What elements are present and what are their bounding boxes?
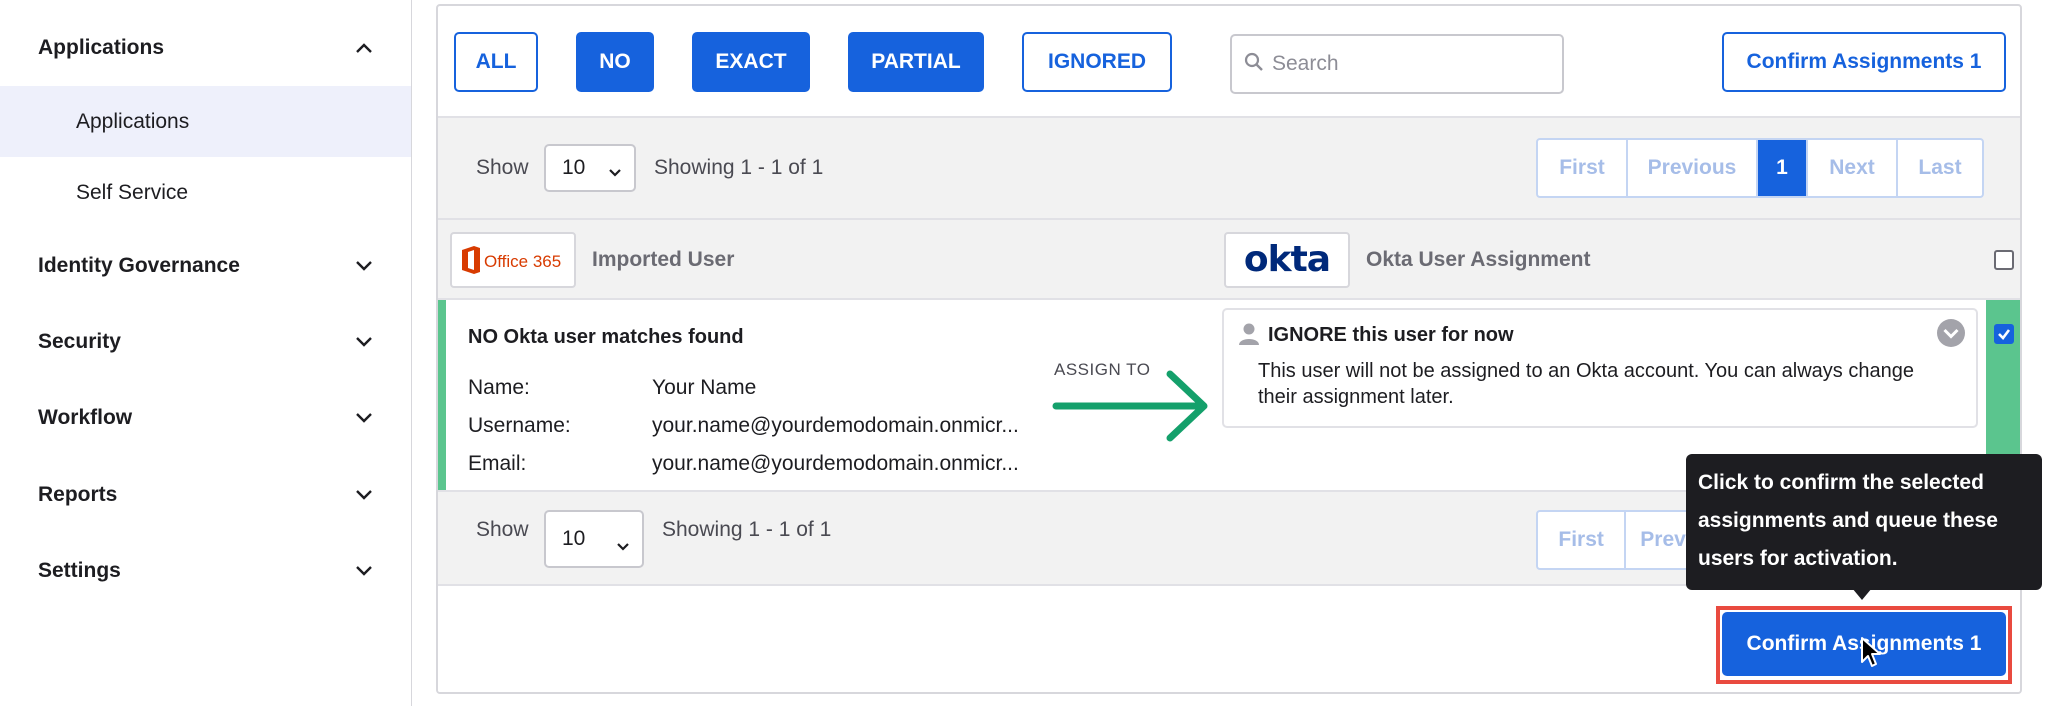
sidebar-section-reports[interactable]: Reports bbox=[0, 465, 411, 525]
sidebar-section-workflow[interactable]: Workflow bbox=[0, 388, 411, 448]
page-size-select[interactable]: 10 bbox=[544, 144, 636, 192]
username-label: Username: bbox=[468, 414, 571, 437]
assignment-table-header: Office 365 Imported User okta Okta User … bbox=[438, 220, 2020, 300]
confirm-tooltip: Click to confirm the selected assignment… bbox=[1686, 454, 2042, 590]
sidebar-section-security[interactable]: Security bbox=[0, 312, 411, 372]
username-value: your.name@yourdemodomain.onmicr... bbox=[652, 414, 1019, 437]
sidebar-item-self-service[interactable]: Self Service bbox=[0, 157, 411, 228]
checkmark-icon bbox=[1998, 329, 2011, 340]
email-label: Email: bbox=[468, 452, 527, 475]
chevron-down-icon bbox=[353, 331, 375, 353]
match-status-bar bbox=[438, 300, 446, 490]
imported-user-header: Imported User bbox=[592, 248, 735, 271]
chevron-down-icon bbox=[353, 484, 375, 506]
sidebar-section-label: Reports bbox=[38, 483, 118, 506]
filter-no-button[interactable]: NO bbox=[576, 32, 654, 92]
confirm-area: Confirm Assignments 1 bbox=[438, 586, 2020, 692]
select-all-checkbox[interactable] bbox=[1994, 250, 2014, 270]
okta-logo-text: okta bbox=[1243, 239, 1331, 280]
showing-count: Showing 1 - 1 of 1 bbox=[662, 518, 832, 541]
sidebar-item-label: Self Service bbox=[76, 180, 189, 204]
chevron-down-icon bbox=[353, 560, 375, 582]
arrow-right-icon bbox=[1052, 370, 1208, 442]
confirm-assignments-button-top[interactable]: Confirm Assignments 1 bbox=[1722, 32, 2006, 92]
tooltip-pointer bbox=[1852, 588, 1872, 600]
user-icon bbox=[1238, 322, 1260, 351]
sidebar-section-label: Identity Governance bbox=[38, 254, 240, 277]
row-select-checkbox[interactable] bbox=[1994, 324, 2014, 344]
page-first[interactable]: First bbox=[1538, 140, 1628, 196]
page-current[interactable]: 1 bbox=[1758, 140, 1808, 196]
tooltip-line: users for activation. bbox=[1698, 547, 1898, 570]
office365-logo: Office 365 bbox=[450, 232, 576, 288]
sidebar-item-applications[interactable]: Applications bbox=[0, 86, 411, 157]
chevron-down-icon bbox=[353, 407, 375, 429]
sidebar-section-label: Security bbox=[38, 330, 121, 353]
sidebar-item-label: Applications bbox=[76, 109, 190, 133]
filter-ignored-button[interactable]: IGNORED bbox=[1022, 32, 1172, 92]
page-size-value: 10 bbox=[562, 156, 586, 179]
mouse-pointer-icon bbox=[1861, 637, 1881, 667]
chevron-down-icon bbox=[616, 534, 630, 558]
sidebar-section-identity-governance[interactable]: Identity Governance bbox=[0, 236, 411, 296]
filter-exact-button[interactable]: EXACT bbox=[692, 32, 810, 92]
chevron-up-icon bbox=[353, 37, 375, 59]
match-status-text: NO Okta user matches found bbox=[468, 326, 744, 348]
email-value: your.name@yourdemodomain.onmicr... bbox=[652, 452, 1019, 475]
filter-toolbar: ALL NO EXACT PARTIAL IGNORED Confirm Ass… bbox=[438, 6, 2020, 118]
page-size-select[interactable]: 10 bbox=[544, 510, 644, 568]
pager-bar-top: Show 10 Showing 1 - 1 of 1 First Previou… bbox=[438, 118, 2020, 220]
page-size-value: 10 bbox=[562, 527, 586, 550]
import-assignments-panel: ALL NO EXACT PARTIAL IGNORED Confirm Ass… bbox=[436, 4, 2022, 694]
tooltip-line: assignments and queue these bbox=[1698, 509, 1998, 532]
chevron-down-circle-icon[interactable] bbox=[1936, 318, 1966, 353]
chevron-down-icon bbox=[608, 160, 622, 184]
chevron-down-icon bbox=[353, 255, 375, 277]
sidebar-section-label: Settings bbox=[38, 559, 121, 582]
office-logo-text: Office 365 bbox=[484, 252, 561, 271]
search-box bbox=[1230, 34, 1564, 94]
page-last[interactable]: Last bbox=[1898, 140, 1982, 196]
sidebar: Applications Applications Self Service I… bbox=[0, 0, 412, 706]
search-input[interactable] bbox=[1272, 52, 1542, 76]
name-label: Name: bbox=[468, 376, 530, 399]
filter-partial-button[interactable]: PARTIAL bbox=[848, 32, 984, 92]
ignore-description: This user will not be assigned to an Okt… bbox=[1258, 360, 1914, 408]
filter-all-button[interactable]: ALL bbox=[454, 32, 538, 92]
page-next[interactable]: Next bbox=[1808, 140, 1898, 196]
sidebar-section-applications[interactable]: Applications bbox=[0, 18, 411, 78]
sidebar-section-label: Applications bbox=[38, 36, 165, 59]
ignore-title: IGNORE this user for now bbox=[1268, 324, 1514, 346]
name-value: Your Name bbox=[652, 376, 757, 399]
office365-logo-icon: Office 365 bbox=[462, 246, 561, 274]
page-previous[interactable]: Previous bbox=[1628, 140, 1758, 196]
show-label: Show bbox=[476, 156, 529, 179]
sidebar-section-settings[interactable]: Settings bbox=[0, 541, 411, 601]
page-first[interactable]: First bbox=[1538, 512, 1627, 568]
sidebar-section-label: Workflow bbox=[38, 406, 133, 429]
ignore-assignment-card[interactable]: IGNORE this user for now This user will … bbox=[1222, 308, 1978, 428]
tooltip-line: Click to confirm the selected bbox=[1698, 471, 1984, 494]
showing-count: Showing 1 - 1 of 1 bbox=[654, 156, 824, 179]
okta-logo: okta bbox=[1224, 232, 1350, 288]
pagination-top: First Previous 1 Next Last bbox=[1536, 138, 1984, 198]
search-icon bbox=[1244, 52, 1264, 77]
show-label: Show bbox=[476, 518, 529, 541]
okta-user-assignment-header: Okta User Assignment bbox=[1366, 248, 1591, 271]
